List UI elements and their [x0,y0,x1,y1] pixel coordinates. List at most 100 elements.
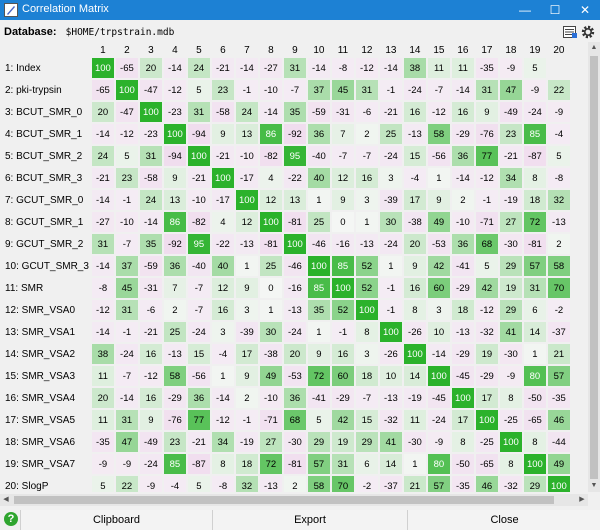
matrix-cell[interactable]: 14 [403,366,426,386]
matrix-cell[interactable]: -50 [523,388,546,408]
matrix-cell[interactable]: -24 [403,80,426,100]
matrix-cell[interactable]: -4 [403,168,426,188]
matrix-cell[interactable]: -30 [499,234,522,254]
matrix-cell[interactable]: 100 [187,146,210,166]
matrix-cell[interactable]: -14 [451,80,474,100]
horizontal-scrollbar[interactable]: ◀ ▶ [0,494,588,506]
matrix-cell[interactable]: -12 [163,80,186,100]
matrix-cell[interactable]: 100 [211,168,234,188]
matrix-cell[interactable]: -94 [187,124,210,144]
matrix-cell[interactable]: 19 [499,278,522,298]
matrix-cell[interactable]: 70 [547,278,570,298]
matrix-cell[interactable]: 9 [139,410,162,430]
matrix-cell[interactable]: 18 [355,366,378,386]
matrix-cell[interactable]: -9 [523,80,546,100]
matrix-cell[interactable]: -21 [187,168,210,188]
matrix-cell[interactable]: 15 [355,410,378,430]
matrix-cell[interactable]: -47 [115,102,138,122]
matrix-cell[interactable]: -14 [115,388,138,408]
matrix-cell[interactable]: -13 [163,344,186,364]
matrix-cell[interactable]: -27 [259,58,282,78]
matrix-cell[interactable]: -7 [355,146,378,166]
matrix-cell[interactable]: -7 [355,388,378,408]
matrix-cell[interactable]: 100 [115,80,138,100]
matrix-cell[interactable]: -24 [379,234,402,254]
matrix-cell[interactable]: -10 [115,212,138,232]
matrix-cell[interactable]: 100 [355,300,378,320]
matrix-cell[interactable]: 4 [259,168,282,188]
matrix-cell[interactable]: -76 [475,124,498,144]
matrix-cell[interactable]: 29 [499,256,522,276]
matrix-cell[interactable]: -7 [283,80,306,100]
matrix-cell[interactable]: 19 [331,432,354,452]
matrix-cell[interactable]: -12 [211,410,234,430]
matrix-cell[interactable]: 72 [523,212,546,232]
matrix-cell[interactable]: 3 [379,168,402,188]
matrix-cell[interactable]: -2 [355,476,378,492]
matrix-cell[interactable]: -87 [187,454,210,474]
matrix-cell[interactable]: 41 [499,322,522,342]
matrix-cell[interactable]: 5 [91,476,114,492]
matrix-cell[interactable]: 6 [355,454,378,474]
matrix-cell[interactable]: -23 [139,124,162,144]
matrix-cell[interactable]: 31 [331,454,354,474]
matrix-cell[interactable]: 17 [403,190,426,210]
matrix-cell[interactable]: -32 [475,322,498,342]
matrix-cell[interactable]: 16 [139,388,162,408]
matrix-cell[interactable]: 45 [115,278,138,298]
matrix-cell[interactable]: -65 [91,80,114,100]
matrix-cell[interactable]: 47 [115,432,138,452]
matrix-cell[interactable]: 7 [163,278,186,298]
matrix-cell[interactable]: 22 [115,476,138,492]
export-button[interactable]: Export [212,510,407,530]
matrix-cell[interactable]: 20 [139,58,162,78]
matrix-cell[interactable]: -47 [139,80,162,100]
matrix-cell[interactable]: -21 [91,168,114,188]
matrix-cell[interactable]: 27 [499,212,522,232]
matrix-cell[interactable]: -24 [283,322,306,342]
matrix-cell[interactable]: -41 [307,388,330,408]
matrix-cell[interactable]: 10 [427,322,450,342]
matrix-cell[interactable]: -39 [235,322,258,342]
matrix-cell[interactable]: 5 [307,410,330,430]
matrix-cell[interactable]: 29 [355,432,378,452]
matrix-cell[interactable]: 1 [211,366,234,386]
matrix-cell[interactable]: 31 [283,58,306,78]
matrix-cell[interactable]: 5 [523,58,546,78]
matrix-cell[interactable]: 17 [235,344,258,364]
matrix-cell[interactable]: -35 [547,388,570,408]
matrix-cell[interactable]: 1 [403,454,426,474]
scroll-down-icon[interactable]: ▼ [588,480,600,492]
matrix-cell[interactable]: 38 [91,344,114,364]
matrix-cell[interactable]: -50 [451,454,474,474]
matrix-cell[interactable]: 31 [355,80,378,100]
clipboard-button[interactable]: Clipboard [20,510,212,530]
matrix-cell[interactable]: 9 [163,168,186,188]
matrix-cell[interactable]: -13 [403,124,426,144]
matrix-cell[interactable]: 1 [307,322,330,342]
matrix-cell[interactable]: 9 [235,278,258,298]
matrix-cell[interactable]: 25 [379,124,402,144]
matrix-cell[interactable]: 25 [163,322,186,342]
matrix-cell[interactable]: -13 [235,234,258,254]
matrix-cell[interactable]: 100 [163,124,186,144]
matrix-cell[interactable]: -13 [283,300,306,320]
matrix-cell[interactable]: 19 [475,344,498,364]
matrix-cell[interactable]: 15 [187,344,210,364]
matrix-cell[interactable]: 85 [523,124,546,144]
matrix-cell[interactable]: -14 [211,388,234,408]
close-window-button[interactable]: ✕ [570,0,600,20]
matrix-cell[interactable]: -76 [163,410,186,430]
matrix-cell[interactable]: 12 [331,168,354,188]
matrix-cell[interactable]: 25 [259,256,282,276]
matrix-cell[interactable]: 2 [547,234,570,254]
matrix-cell[interactable]: 35 [307,300,330,320]
matrix-cell[interactable]: -81 [259,234,282,254]
matrix-cell[interactable]: -32 [379,410,402,430]
matrix-cell[interactable]: 8 [499,454,522,474]
matrix-cell[interactable]: 2 [235,388,258,408]
matrix-cell[interactable]: -49 [499,102,522,122]
matrix-cell[interactable]: 8 [523,168,546,188]
matrix-cell[interactable]: 23 [211,80,234,100]
matrix-cell[interactable]: 9 [403,256,426,276]
